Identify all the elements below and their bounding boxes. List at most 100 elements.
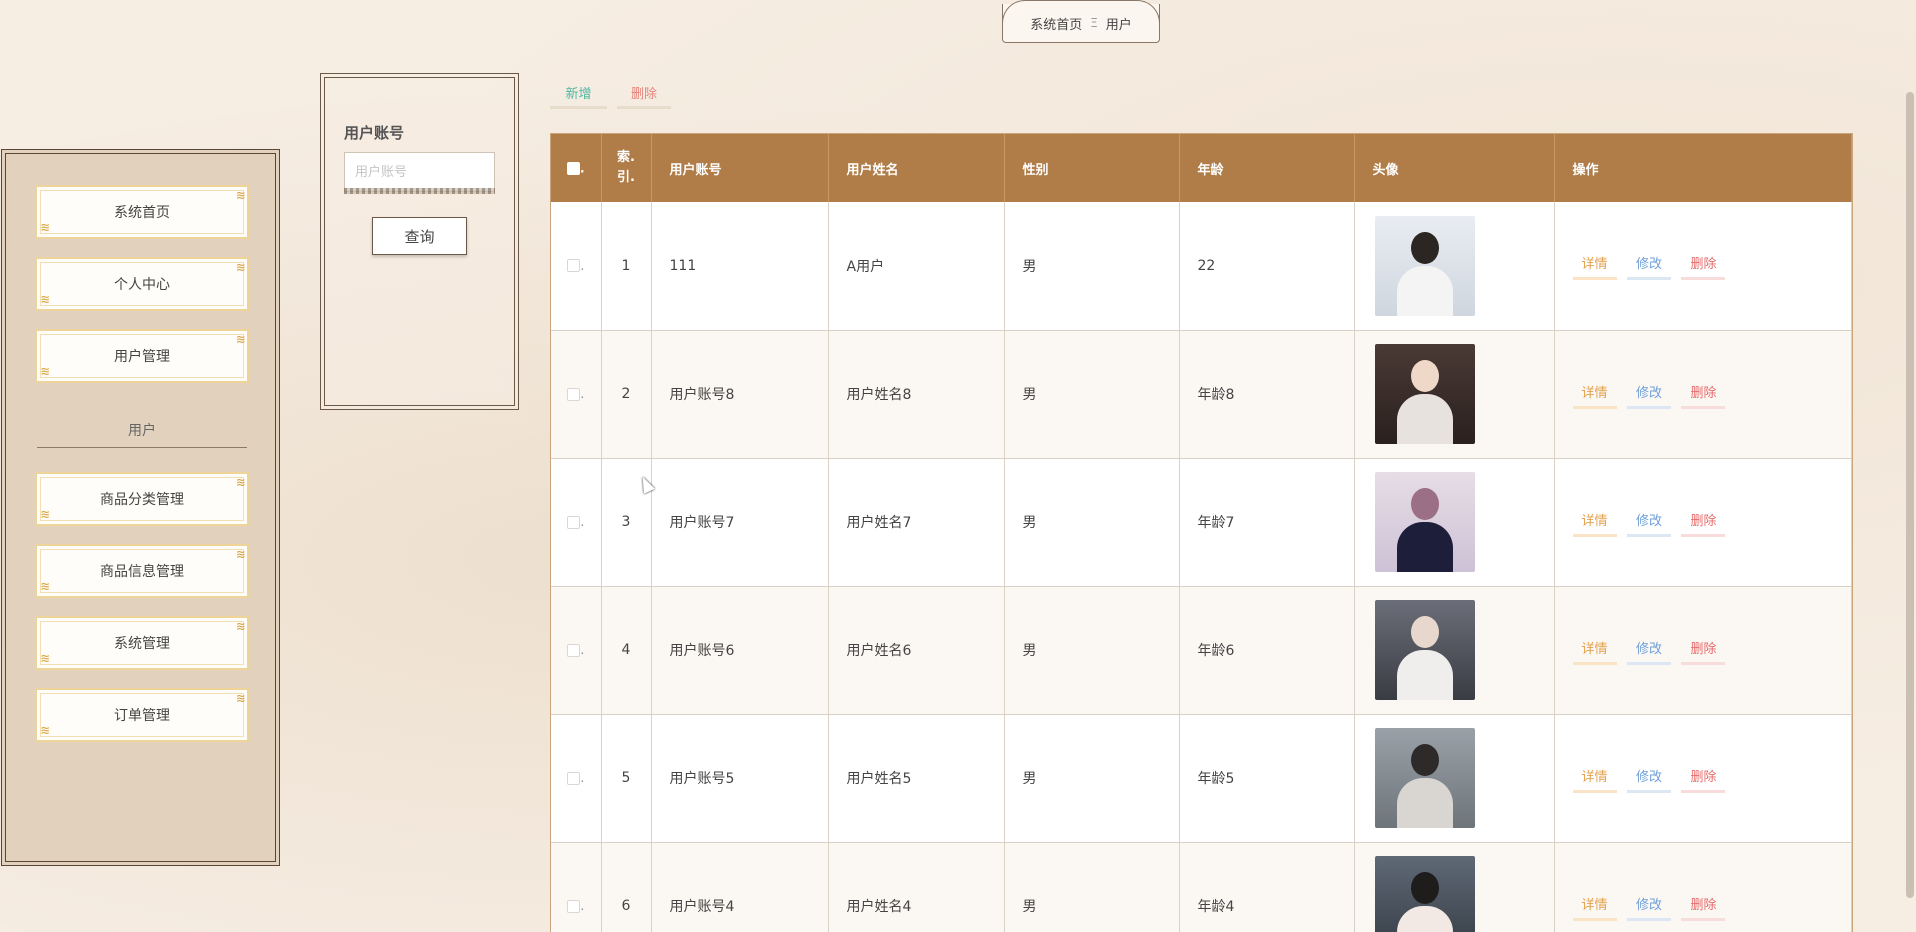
search-input[interactable] — [344, 152, 495, 192]
sidebar-item-label: 系统首页 — [114, 205, 170, 221]
row-select-cell: . — [551, 458, 602, 587]
row-avatar-cell — [1354, 842, 1555, 932]
row-actions: 详情 修改 删除 — [1554, 458, 1852, 587]
edit-button[interactable]: 修改 — [1626, 636, 1671, 665]
checkbox-dot-icon: . — [579, 161, 585, 175]
row-checkbox[interactable] — [567, 643, 581, 657]
sidebar-group-label[interactable]: 用户 — [37, 420, 247, 448]
sidebar-item-profile[interactable]: ≋ 个人中心 ≋ — [35, 257, 249, 311]
search-panel: 用户账号 查询 — [320, 73, 519, 410]
header-account: 用户账号 — [651, 134, 829, 202]
cloud-ornament-icon: ≋ — [41, 651, 50, 667]
row-account: 用户账号6 — [651, 586, 829, 715]
woman-photo-avatar — [1374, 856, 1475, 932]
cloud-ornament-icon: ≋ — [236, 332, 246, 348]
header-select-all[interactable]: . — [551, 134, 602, 202]
row-actions: 详情 修改 删除 — [1554, 202, 1852, 331]
cloud-ornament-icon: ≋ — [41, 220, 50, 236]
header-index: 索. 引. — [601, 134, 652, 202]
row-delete-button[interactable]: 删除 — [1681, 636, 1726, 665]
header-age: 年龄 — [1179, 134, 1355, 202]
edit-button[interactable]: 修改 — [1626, 380, 1671, 409]
woman-photo-avatar — [1374, 472, 1475, 572]
row-account: 用户账号4 — [651, 842, 829, 932]
sidebar-item-user-management[interactable]: ≋ 用户管理 ≋ — [35, 329, 249, 383]
row-checkbox[interactable] — [567, 515, 581, 529]
checkbox-dot-icon: . — [580, 258, 585, 273]
header-avatar: 头像 — [1354, 134, 1555, 202]
table-row: . 5 用户账号5 用户姓名5 男 年龄5 详情 修改 删除 — [551, 714, 1852, 843]
row-actions: 详情 修改 删除 — [1554, 842, 1852, 932]
header-name: 用户姓名 — [828, 134, 1005, 202]
cloud-ornament-icon: ≋ — [236, 547, 246, 563]
cloud-ornament-icon: ≋ — [236, 260, 246, 276]
search-button[interactable]: 查询 — [372, 217, 467, 255]
row-checkbox[interactable] — [567, 771, 581, 785]
edit-button[interactable]: 修改 — [1626, 892, 1671, 921]
delete-button[interactable]: 删除 — [617, 79, 671, 109]
sidebar-item-system-management[interactable]: ≋ 系统管理 ≋ — [35, 616, 249, 670]
detail-button[interactable]: 详情 — [1572, 508, 1617, 537]
checkbox-dot-icon: . — [580, 771, 585, 785]
row-age: 年龄8 — [1179, 330, 1355, 459]
sidebar-item-category-management[interactable]: ≋ 商品分类管理 ≋ — [35, 472, 249, 526]
row-gender: 男 — [1004, 714, 1180, 843]
header-gender: 性别 — [1004, 134, 1180, 202]
sidebar-item-label: 商品信息管理 — [100, 564, 184, 580]
edit-button[interactable]: 修改 — [1626, 764, 1671, 793]
cloud-ornament-icon: ≋ — [236, 691, 246, 707]
row-index: 1 — [601, 202, 652, 331]
row-name: 用户姓名4 — [828, 842, 1005, 932]
row-actions: 详情 修改 删除 — [1554, 330, 1852, 459]
row-index: 5 — [601, 714, 652, 843]
detail-button[interactable]: 详情 — [1572, 251, 1617, 281]
row-gender: 男 — [1004, 586, 1180, 715]
row-checkbox[interactable] — [567, 259, 581, 273]
detail-button[interactable]: 详情 — [1572, 892, 1617, 921]
user-table: . 索. 引. 用户账号 用户姓名 性别 年龄 头像 操作 . 1 111 A用户… — [550, 133, 1853, 932]
row-delete-button[interactable]: 删除 — [1681, 764, 1726, 793]
breadcrumb-home[interactable]: 系统首页 — [1030, 14, 1082, 33]
cloud-ornament-icon: ≋ — [41, 292, 50, 308]
detail-button[interactable]: 详情 — [1572, 764, 1617, 793]
row-age: 年龄5 — [1179, 714, 1355, 843]
row-checkbox[interactable] — [567, 387, 581, 401]
sidebar-item-label: 订单管理 — [114, 708, 170, 724]
add-button[interactable]: 新增 — [550, 79, 607, 109]
edit-button[interactable]: 修改 — [1626, 508, 1671, 537]
row-delete-button[interactable]: 删除 — [1681, 508, 1726, 537]
row-delete-button[interactable]: 删除 — [1681, 892, 1726, 921]
detail-button[interactable]: 详情 — [1572, 636, 1617, 665]
row-account: 用户账号5 — [651, 714, 829, 843]
row-select-cell: . — [551, 714, 602, 843]
edit-button[interactable]: 修改 — [1626, 251, 1671, 281]
sidebar-item-home[interactable]: ≋ 系统首页 ≋ — [35, 185, 249, 239]
row-gender: 男 — [1004, 202, 1180, 331]
table-row: . 1 111 A用户 男 22 详情 修改 删除 — [551, 202, 1852, 331]
detail-button[interactable]: 详情 — [1572, 380, 1617, 409]
select-all-checkbox[interactable] — [566, 161, 580, 175]
cloud-ornament-icon: ≋ — [236, 188, 246, 204]
checkbox-dot-icon: . — [580, 387, 585, 401]
sidebar-item-label: 系统管理 — [114, 636, 170, 652]
checkbox-dot-icon: . — [580, 899, 585, 913]
row-select-cell: . — [551, 202, 602, 331]
row-actions: 详情 修改 删除 — [1554, 586, 1852, 715]
table-row: . 4 用户账号6 用户姓名6 男 年龄6 详情 修改 删除 — [551, 586, 1852, 715]
table-header-row: . 索. 引. 用户账号 用户姓名 性别 年龄 头像 操作 — [551, 134, 1852, 202]
row-index: 4 — [601, 586, 652, 715]
sidebar-item-order-management[interactable]: ≋ 订单管理 ≋ — [35, 688, 249, 742]
sidebar-item-label: 用户管理 — [114, 349, 170, 365]
row-delete-button[interactable]: 删除 — [1681, 251, 1726, 281]
page-scrollbar[interactable] — [1906, 92, 1914, 898]
row-account: 用户账号8 — [651, 330, 829, 459]
row-delete-button[interactable]: 删除 — [1681, 380, 1726, 409]
row-account: 111 — [651, 202, 829, 331]
sidebar-item-product-management[interactable]: ≋ 商品信息管理 ≋ — [35, 544, 249, 598]
row-avatar-cell — [1354, 714, 1555, 843]
row-select-cell: . — [551, 586, 602, 715]
breadcrumb-separator-icon: Ξ — [1090, 16, 1098, 30]
row-avatar-cell — [1354, 458, 1555, 587]
header-actions: 操作 — [1554, 134, 1852, 202]
row-checkbox[interactable] — [567, 899, 581, 913]
